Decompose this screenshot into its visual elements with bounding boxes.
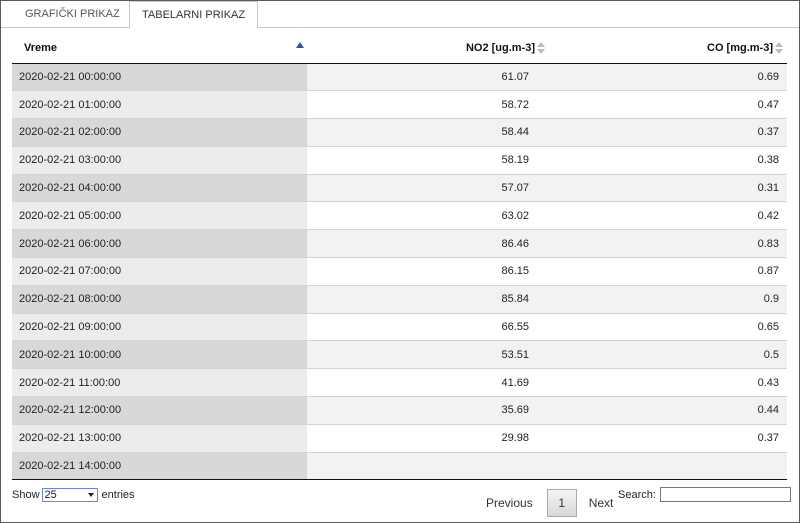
table-row: 2020-02-21 02:00:00 58.44 0.37 [12, 118, 787, 147]
page-button-1[interactable]: 1 [546, 489, 577, 517]
cell-co: 0.47 [549, 90, 787, 120]
cell-vreme: 2020-02-21 04:00:00 [12, 174, 307, 203]
table-row: 2020-02-21 06:00:00 86.46 0.83 [12, 229, 787, 259]
cell-vreme: 2020-02-21 07:00:00 [12, 257, 307, 286]
cell-co: 0.42 [549, 201, 787, 231]
table-row: 2020-02-21 10:00:00 53.51 0.5 [12, 340, 787, 370]
table-row: 2020-02-21 01:00:00 58.72 0.47 [12, 90, 787, 120]
cell-co: 0.87 [549, 257, 787, 286]
cell-vreme: 2020-02-21 08:00:00 [12, 285, 307, 314]
cell-vreme: 2020-02-21 06:00:00 [12, 229, 307, 259]
column-header-no2[interactable]: NO2 [ug.m-3] [307, 33, 549, 64]
cell-vreme: 2020-02-21 01:00:00 [12, 90, 307, 120]
table-row: 2020-02-21 07:00:00 86.15 0.87 [12, 257, 787, 286]
cell-vreme: 2020-02-21 09:00:00 [12, 313, 307, 342]
cell-no2 [307, 452, 549, 481]
table-body: 2020-02-21 00:00:00 61.07 0.69 2020-02-21 0… [12, 63, 787, 481]
column-header-label: NO2 [ug.m-3] [465, 41, 535, 54]
page-length-control: Show 25 entries [12, 488, 135, 502]
previous-button[interactable]: Previous [486, 496, 533, 510]
table-row: 2020-02-21 04:00:00 57.07 0.31 [12, 174, 787, 203]
cell-no2: 66.55 [307, 313, 549, 342]
cell-no2: 53.51 [307, 340, 549, 370]
show-label: Show [12, 489, 40, 501]
tab-tabelarni-prikaz[interactable]: TABELARNI PRIKAZ [129, 1, 259, 29]
cell-no2: 58.19 [307, 146, 549, 175]
page-length-select[interactable]: 25 [41, 488, 98, 502]
data-table: Vreme NO2 [ug.m-3] CO [mg.m-3] 2020-02-2… [12, 33, 787, 481]
table-row: 2020-02-21 00:00:00 61.07 0.69 [12, 63, 787, 92]
cell-vreme: 2020-02-21 10:00:00 [12, 340, 307, 370]
table-row: 2020-02-21 13:00:00 29.98 0.37 [12, 424, 787, 453]
search-label: Search: [618, 488, 656, 501]
pagination: Previous 1 Next [486, 489, 613, 517]
cell-no2: 86.46 [307, 229, 549, 259]
page-length-value: 25 [44, 489, 57, 501]
table-row: 2020-02-21 09:00:00 66.55 0.65 [12, 313, 787, 342]
cell-co: 0.43 [549, 368, 787, 398]
cell-co: 0.37 [549, 424, 787, 453]
cell-no2: 86.15 [307, 257, 549, 286]
cell-no2: 35.69 [307, 396, 549, 425]
tab-graficki-prikaz[interactable]: GRAFIČKI PRIKAZ [13, 1, 132, 29]
sort-both-icon [537, 42, 545, 54]
table-row: 2020-02-21 05:00:00 63.02 0.42 [12, 201, 787, 231]
column-header-co[interactable]: CO [mg.m-3] [549, 33, 787, 64]
cell-co: 0.9 [549, 285, 787, 314]
cell-vreme: 2020-02-21 13:00:00 [12, 424, 307, 453]
cell-co: 0.31 [549, 174, 787, 203]
entries-label: entries [101, 489, 135, 501]
cell-no2: 29.98 [307, 424, 549, 453]
cell-vreme: 2020-02-21 02:00:00 [12, 118, 307, 147]
column-header-label: CO [mg.m-3] [707, 41, 773, 54]
table-row: 2020-02-21 03:00:00 58.19 0.38 [12, 146, 787, 175]
column-header-vreme[interactable]: Vreme [12, 33, 307, 64]
cell-vreme: 2020-02-21 05:00:00 [12, 201, 307, 231]
cell-no2: 58.44 [307, 118, 549, 147]
cell-co: 0.38 [549, 146, 787, 175]
table-header-row: Vreme NO2 [ug.m-3] CO [mg.m-3] [12, 33, 787, 64]
cell-co: 0.44 [549, 396, 787, 425]
cell-no2: 63.02 [307, 201, 549, 231]
cell-co: 0.69 [549, 63, 787, 92]
table-row: 2020-02-21 08:00:00 85.84 0.9 [12, 285, 787, 314]
cell-no2: 57.07 [307, 174, 549, 203]
cell-vreme: 2020-02-21 03:00:00 [12, 146, 307, 175]
cell-no2: 61.07 [307, 63, 549, 92]
sort-both-icon [775, 42, 783, 54]
cell-vreme: 2020-02-21 14:00:00 [12, 452, 307, 481]
cell-co: 0.83 [549, 229, 787, 259]
cell-co: 0.37 [549, 118, 787, 147]
column-header-label: Vreme [24, 41, 58, 54]
next-button[interactable]: Next [589, 496, 614, 510]
cell-vreme: 2020-02-21 12:00:00 [12, 396, 307, 425]
cell-co [549, 452, 787, 481]
cell-no2: 41.69 [307, 368, 549, 398]
cell-co: 0.5 [549, 340, 787, 370]
sort-ascending-icon [296, 42, 304, 48]
cell-vreme: 2020-02-21 00:00:00 [12, 63, 307, 92]
table-row: 2020-02-21 14:00:00 [12, 452, 787, 481]
tab-bar: GRAFIČKI PRIKAZ TABELARNI PRIKAZ [1, 1, 799, 29]
chevron-down-icon [87, 493, 94, 497]
table-row: 2020-02-21 12:00:00 35.69 0.44 [12, 396, 787, 425]
table-row: 2020-02-21 11:00:00 41.69 0.43 [12, 368, 787, 398]
search-input[interactable] [659, 487, 791, 502]
cell-no2: 58.72 [307, 90, 549, 120]
cell-co: 0.65 [549, 313, 787, 342]
search-control: Search: [618, 487, 791, 502]
cell-vreme: 2020-02-21 11:00:00 [12, 368, 307, 398]
cell-no2: 85.84 [307, 285, 549, 314]
